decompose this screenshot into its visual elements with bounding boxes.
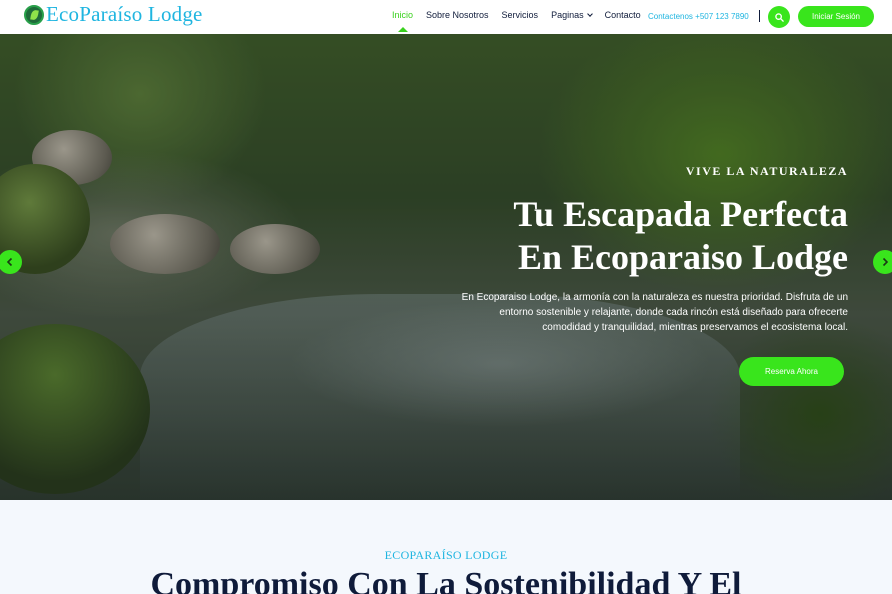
navbar: EcoParaíso Lodge Inicio Sobre Nosotros S… [0,0,892,34]
search-button[interactable] [768,6,790,28]
nav-item-label: Inicio [392,10,414,20]
brand-logo[interactable]: EcoParaíso Lodge [24,2,203,27]
nav-item-sobre-nosotros[interactable]: Sobre Nosotros [426,10,489,20]
section-eyebrow: ECOPARAÍSO LODGE [384,548,508,562]
chevron-left-icon [6,257,13,267]
nav-divider [759,10,760,22]
hero-eyebrow: VIVE LA NATURALEZA [685,164,848,178]
chevron-right-icon [882,257,889,267]
brand-name: EcoParaíso Lodge [46,2,203,26]
hero-title: Tu Escapada Perfecta En Ecoparaiso Lodge [513,193,848,279]
carousel-next-button[interactable] [873,250,892,274]
about-section: ECOPARAÍSO LODGE Compromiso Con La Soste… [0,500,892,594]
hero-description: En Ecoparaiso Lodge, la armonía con la n… [461,292,848,333]
hero-image-rock [110,214,220,274]
nav-item-inicio[interactable]: Inicio [392,10,414,32]
section-title: Compromiso Con La Sostenibilidad Y El [150,566,742,594]
nav-item-contacto[interactable]: Contacto [605,10,641,20]
contact-phone-link[interactable]: Contactenos +507 123 7890 [648,12,749,21]
nav-item-paginas[interactable]: Paginas [551,10,593,20]
leaf-globe-icon [24,4,44,25]
search-icon [774,12,784,22]
hero-carousel: VIVE LA NATURALEZA Tu Escapada Perfecta … [0,34,892,500]
login-button[interactable]: Iniciar Sesión [798,6,874,27]
chevron-down-icon [586,11,593,17]
hero-image-rock [230,224,320,274]
reserve-now-button[interactable]: Reserva Ahora [739,357,844,386]
hero-title-line: Tu Escapada Perfecta [513,194,848,234]
hero-title-line: En Ecoparaiso Lodge [517,237,848,277]
hero-image-mossy-rock [0,324,150,494]
main-nav: Inicio Sobre Nosotros Servicios Paginas … [392,10,654,32]
nav-item-servicios[interactable]: Servicios [502,10,539,20]
hero-heading-group: VIVE LA NATURALEZA Tu Escapada Perfecta … [513,164,848,279]
nav-item-label: Paginas [551,10,584,20]
